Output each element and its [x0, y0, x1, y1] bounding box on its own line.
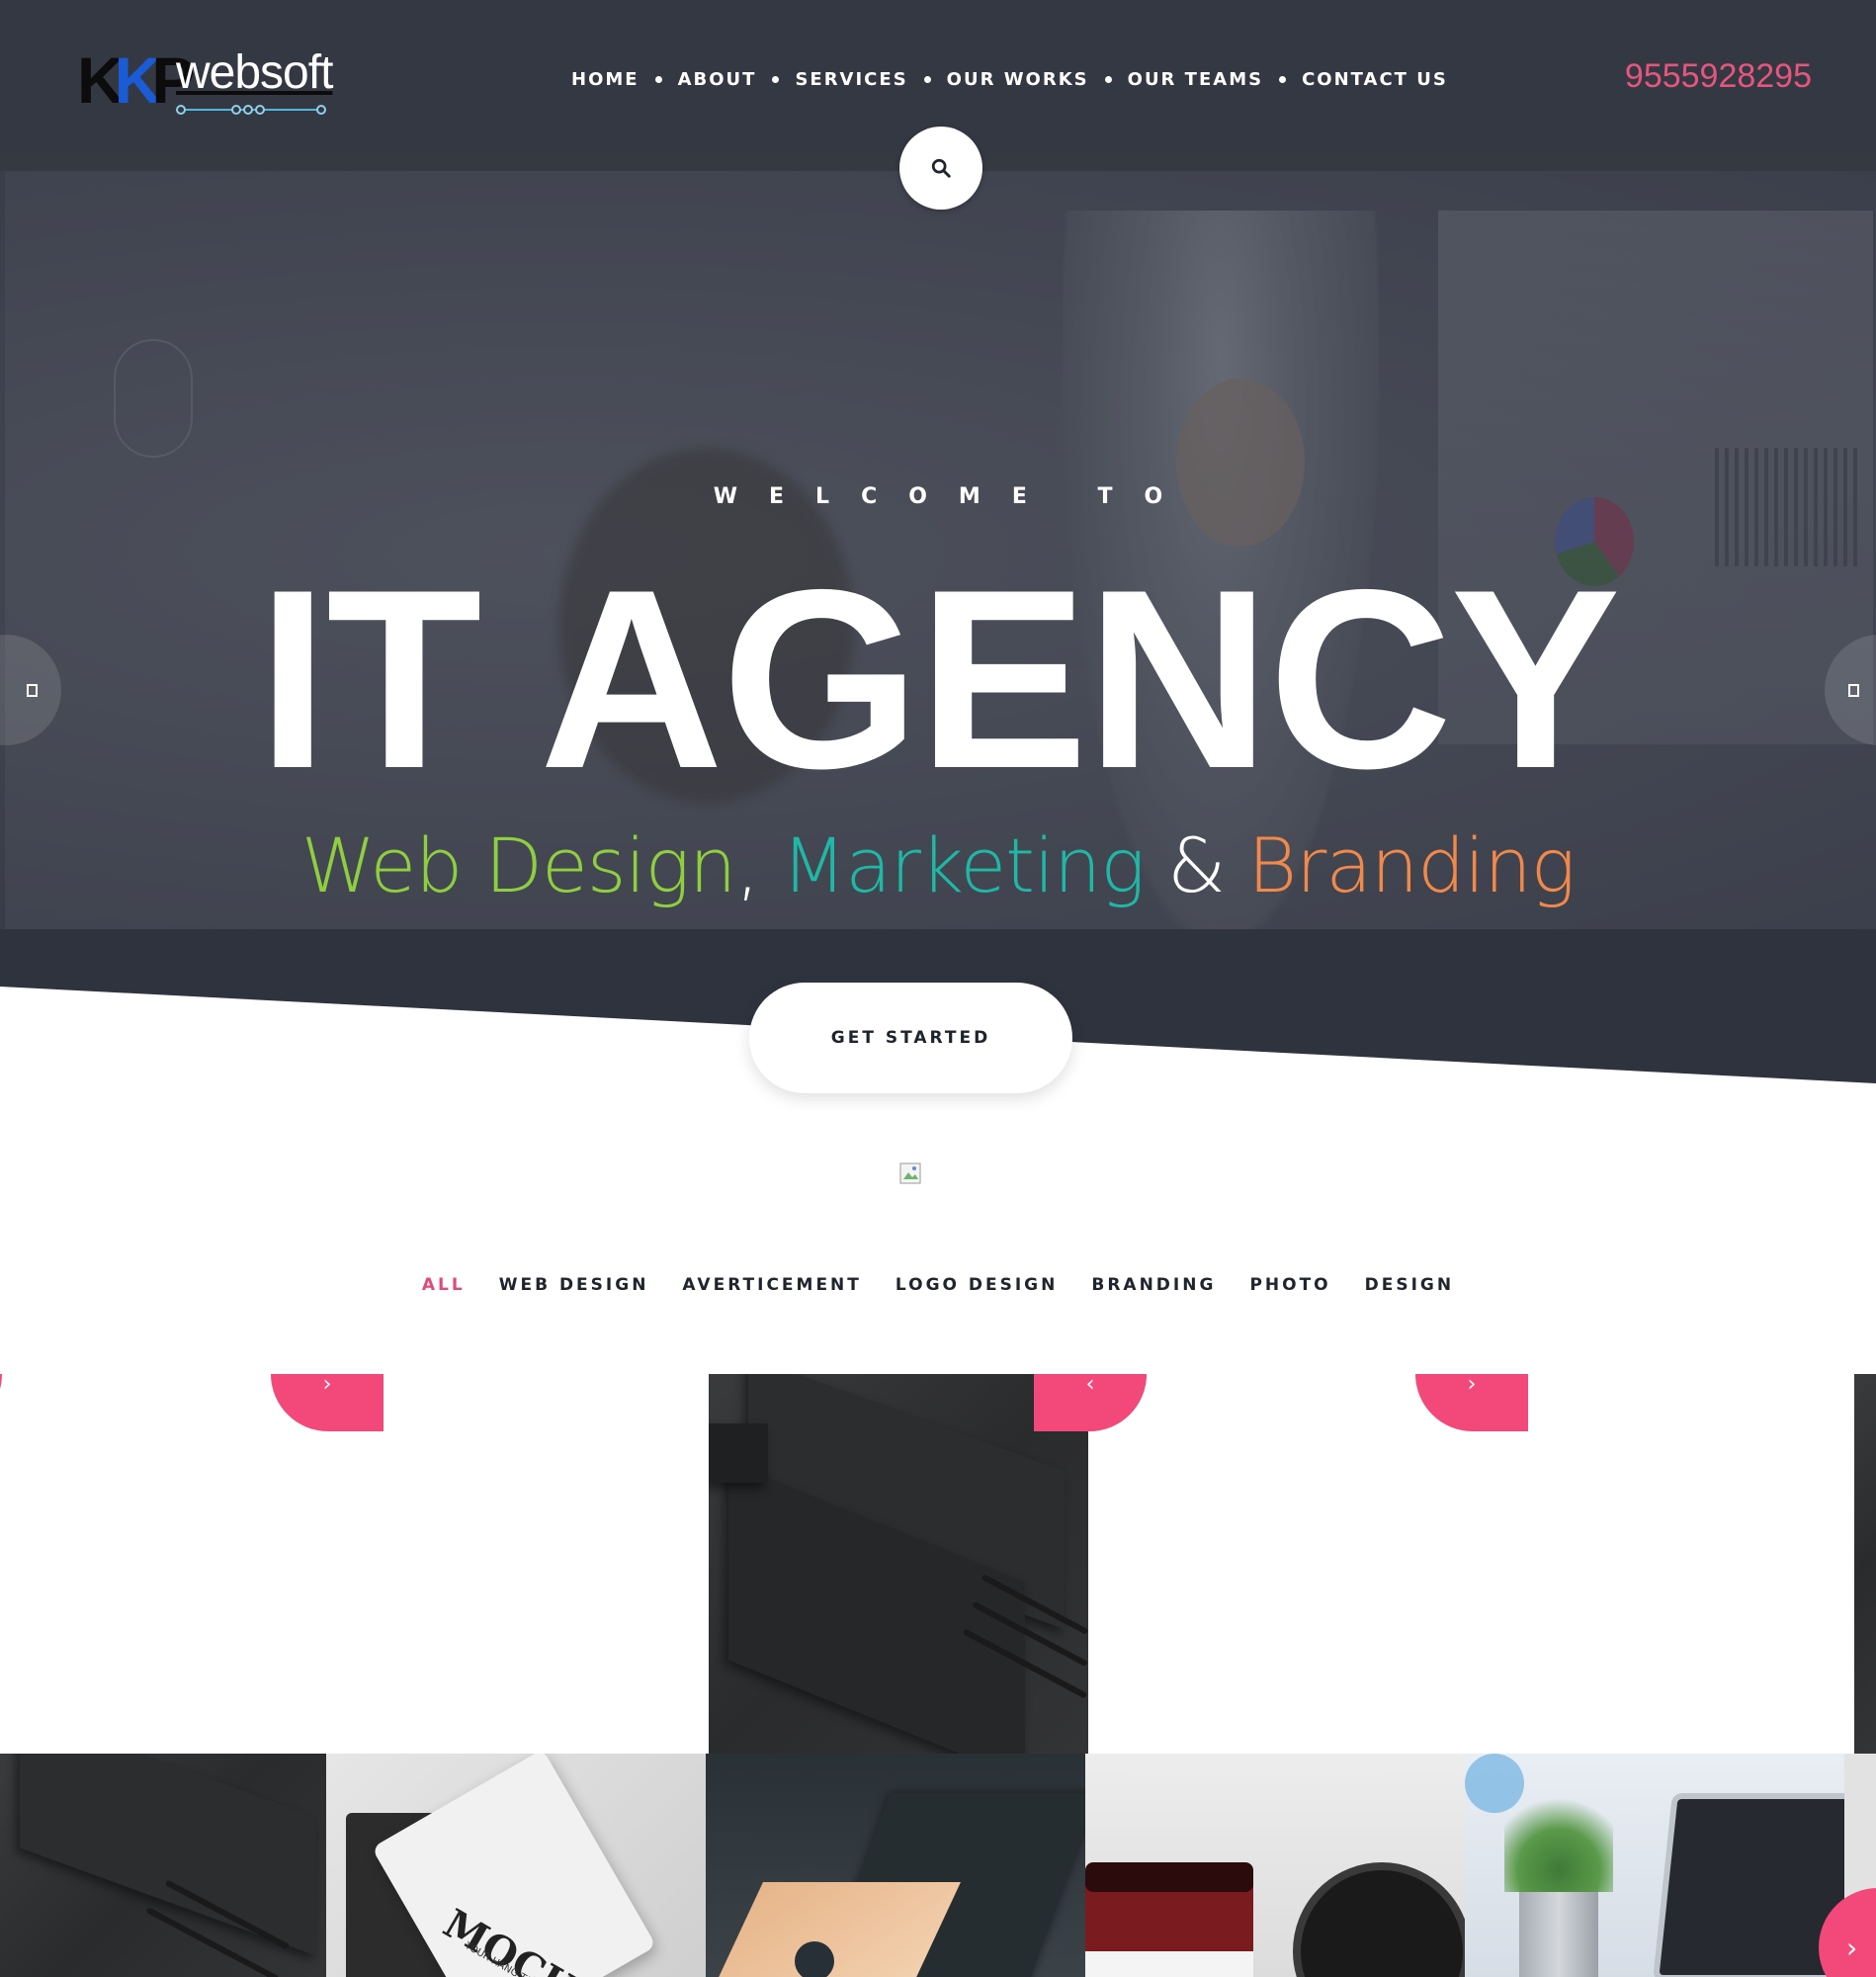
portfolio-tile-jar[interactable]: [1085, 1754, 1465, 1977]
filter-photo[interactable]: PHOTO: [1249, 1275, 1330, 1295]
nav-item-home[interactable]: HOME: [571, 69, 640, 90]
nav-item-about[interactable]: ABOUT: [678, 69, 757, 90]
portfolio-filters: ALL WEB DESIGN AVERTICEMENT LOGO DESIGN …: [0, 1275, 1876, 1295]
portfolio-tile-partial[interactable]: [1854, 1374, 1876, 1754]
chevron-right-icon: ›: [1846, 1931, 1858, 1964]
nav-item-our-works[interactable]: OUR WORKS: [947, 69, 1089, 90]
chevron-icon: ‹: [1085, 1372, 1095, 1397]
square-icon: [1848, 683, 1859, 697]
nav-separator: [1104, 75, 1112, 83]
portfolio-tile-workspace[interactable]: [1465, 1754, 1844, 1977]
portfolio-tile-stationery[interactable]: [709, 1374, 1088, 1754]
subheadline-ampersand: &: [1166, 821, 1226, 909]
nav-separator: [654, 75, 662, 83]
portfolio-tile-envelope[interactable]: [0, 1754, 326, 1977]
square-icon: [27, 683, 38, 697]
filter-all[interactable]: ALL: [422, 1275, 466, 1295]
search-button[interactable]: [899, 127, 982, 210]
portfolio-item-link[interactable]: ›: [1415, 1374, 1528, 1431]
logo-mark: KKP: [77, 43, 195, 117]
hero-welcome-text: WELCOME TO: [713, 484, 1195, 509]
brand-logo[interactable]: KKP websoft: [77, 43, 344, 123]
nav-item-services[interactable]: SERVICES: [795, 69, 907, 90]
portfolio-item-link[interactable]: ›: [271, 1374, 384, 1431]
chevron-icon: ›: [322, 1372, 332, 1397]
main-nav: HOME ABOUT SERVICES OUR WORKS OUR TEAMS …: [571, 67, 1448, 91]
nav-separator: [1279, 75, 1287, 83]
broken-image-icon: [899, 1162, 921, 1184]
portfolio-tile-hang-tag[interactable]: MOCKUP YOUR HANG TAG: [326, 1754, 706, 1977]
hero-headline: IT AGENCY: [257, 536, 1620, 821]
portfolio-item-link[interactable]: [0, 1374, 2, 1431]
phone-number[interactable]: 9555928295: [1609, 57, 1812, 96]
subheadline-marketing: Marketing: [781, 821, 1146, 909]
mockup-tag-text: MOCKUP: [435, 1900, 639, 1977]
nav-separator: [772, 75, 780, 83]
search-icon: [931, 158, 951, 178]
logo-wordmark: websoft: [176, 46, 333, 99]
subheadline-branding: Branding: [1247, 821, 1576, 909]
nav-item-our-teams[interactable]: OUR TEAMS: [1128, 69, 1263, 90]
hero-section: KKP websoft HOME ABOUT SERVICES OUR WORK…: [0, 0, 1876, 1087]
nav-item-contact-us[interactable]: CONTACT US: [1302, 69, 1448, 90]
portfolio-tile-box[interactable]: [706, 1754, 1085, 1977]
logo-circuit-decoration: [176, 105, 326, 115]
filter-averticement[interactable]: AVERTICEMENT: [682, 1275, 861, 1295]
filter-design[interactable]: DESIGN: [1365, 1275, 1454, 1295]
portfolio-item-link[interactable]: ‹: [1034, 1374, 1147, 1431]
subheadline-web-design: Web Design: [300, 821, 737, 909]
filter-web-design[interactable]: WEB DESIGN: [499, 1275, 649, 1295]
filter-logo-design[interactable]: LOGO DESIGN: [895, 1275, 1058, 1295]
filter-branding[interactable]: BRANDING: [1091, 1275, 1216, 1295]
get-started-button[interactable]: GET STARTED: [749, 983, 1072, 1093]
hero-subheadline: Web Design, Marketing & Branding: [300, 821, 1577, 909]
nav-separator: [923, 75, 931, 83]
chevron-icon: ›: [1467, 1372, 1477, 1397]
